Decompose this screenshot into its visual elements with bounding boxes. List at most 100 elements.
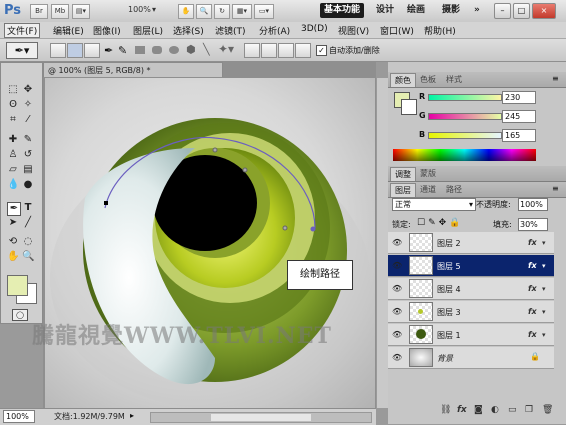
- restore-button[interactable]: □: [513, 3, 530, 19]
- eye-icon[interactable]: 👁: [392, 307, 402, 317]
- menu-analysis[interactable]: 分析(A): [259, 24, 290, 37]
- blur-tool-icon[interactable]: 💧: [7, 179, 19, 191]
- layer-name[interactable]: 图层 3: [437, 307, 461, 318]
- workspace-more[interactable]: »: [474, 3, 480, 18]
- tab-styles[interactable]: 样式: [442, 73, 466, 86]
- tab-masks[interactable]: 蒙版: [416, 167, 440, 180]
- color-panel-background[interactable]: [401, 99, 417, 115]
- workspace-essentials[interactable]: 基本功能: [320, 3, 365, 18]
- menu-filter[interactable]: 滤镜(T): [215, 24, 246, 37]
- brush-tool-icon[interactable]: ✎: [22, 134, 34, 146]
- rotate-view-icon[interactable]: ↻: [214, 4, 230, 19]
- expand-effects-icon[interactable]: ▾: [542, 239, 546, 247]
- zoom-tool-box-icon[interactable]: 🔍: [22, 251, 34, 263]
- delete-layer-icon[interactable]: 🗑: [542, 405, 553, 415]
- magic-wand-icon[interactable]: ✧: [22, 99, 34, 111]
- eyedropper-icon[interactable]: ⁄: [22, 114, 34, 126]
- lock-icons[interactable]: ☐✎✥🔒: [417, 218, 463, 228]
- mini-bridge-button[interactable]: Mb: [51, 4, 69, 19]
- fx-icon[interactable]: fx: [528, 261, 537, 270]
- tab-layers[interactable]: 图层: [390, 183, 416, 197]
- status-zoom-field[interactable]: 100%: [3, 410, 35, 423]
- document-canvas[interactable]: [45, 78, 375, 408]
- lasso-tool-icon[interactable]: ʘ: [7, 99, 19, 111]
- polygon-shape-icon[interactable]: ⬢: [186, 43, 196, 56]
- tool-preset-picker[interactable]: ✒▾: [6, 42, 38, 59]
- link-layers-icon[interactable]: ⛓: [440, 405, 451, 415]
- expand-effects-icon[interactable]: ▾: [542, 285, 546, 293]
- color-panel-menu-icon[interactable]: ≡: [552, 74, 559, 83]
- tab-paths[interactable]: 路径: [442, 183, 466, 196]
- custom-shape-icon[interactable]: ✦▾: [218, 42, 234, 56]
- menu-edit[interactable]: 编辑(E): [53, 24, 84, 37]
- menu-view[interactable]: 视图(V): [338, 24, 369, 37]
- document-tab[interactable]: @ 100% (图层 5, RGB/8) *: [43, 62, 223, 77]
- layer-name[interactable]: 图层 5: [437, 261, 461, 272]
- fx-icon[interactable]: fx: [528, 330, 537, 339]
- zoom-level-dropdown[interactable]: 100%: [128, 5, 151, 14]
- eraser-tool-icon[interactable]: ▱: [7, 164, 19, 176]
- 3d-orbit-icon[interactable]: ◌: [22, 236, 34, 248]
- ellipse-shape-icon[interactable]: [169, 46, 179, 54]
- type-tool-icon[interactable]: T: [22, 202, 34, 214]
- layers-panel-menu-icon[interactable]: ≡: [552, 184, 559, 193]
- add-mask-icon[interactable]: ◙: [474, 405, 483, 415]
- g-slider[interactable]: [428, 113, 502, 120]
- minimize-button[interactable]: –: [494, 3, 511, 19]
- quick-mask-icon[interactable]: ◯: [12, 309, 28, 321]
- eye-icon[interactable]: 👁: [392, 353, 402, 363]
- menu-image[interactable]: 图像(I): [93, 24, 121, 37]
- dodge-tool-icon[interactable]: ●: [22, 179, 34, 191]
- menu-3d[interactable]: 3D(D): [301, 24, 328, 34]
- tab-channels[interactable]: 通道: [416, 183, 440, 196]
- expand-effects-icon[interactable]: ▾: [542, 308, 546, 316]
- workspace-photography[interactable]: 摄影: [442, 3, 460, 18]
- fill-field[interactable]: 30%: [518, 218, 548, 231]
- add-style-icon[interactable]: fx: [457, 405, 467, 415]
- screen-mode-icon[interactable]: ▭▾: [254, 4, 274, 19]
- clone-stamp-icon[interactable]: ♙: [7, 149, 19, 161]
- eye-icon[interactable]: 👁: [392, 330, 402, 340]
- eye-icon[interactable]: 👁: [392, 238, 402, 248]
- status-menu-arrow[interactable]: ▸: [130, 411, 134, 420]
- fx-icon[interactable]: fx: [528, 284, 537, 293]
- color-spectrum-bar[interactable]: [393, 149, 536, 161]
- view-extras-button[interactable]: ▤▾: [72, 4, 90, 19]
- move-tool-icon[interactable]: ✥: [22, 84, 34, 96]
- pen-tool-active-icon[interactable]: ✒: [7, 202, 21, 216]
- vertical-scrollbar[interactable]: [376, 78, 388, 408]
- custom-shape-tool-icon[interactable]: ╱: [22, 217, 34, 229]
- fill-pixels-icon[interactable]: [84, 43, 100, 58]
- r-slider[interactable]: [428, 94, 502, 101]
- 3d-rotate-icon[interactable]: ⟲: [7, 236, 19, 248]
- layer-name[interactable]: 背景: [437, 353, 453, 364]
- exclude-path-icon[interactable]: [295, 43, 311, 58]
- hand-tool-icon[interactable]: ✋: [178, 4, 194, 19]
- fx-icon[interactable]: fx: [528, 307, 537, 316]
- close-button[interactable]: ×: [532, 3, 556, 19]
- adjustment-layer-icon[interactable]: ◐: [491, 405, 499, 415]
- layer-name[interactable]: 图层 2: [437, 238, 461, 249]
- eye-icon[interactable]: 👁: [392, 261, 402, 271]
- tab-swatches[interactable]: 色板: [416, 73, 440, 86]
- tab-adjustments[interactable]: 调整: [390, 167, 416, 181]
- tab-color[interactable]: 颜色: [390, 73, 416, 87]
- opacity-field[interactable]: 100%: [518, 198, 548, 211]
- shape-layers-icon[interactable]: [50, 43, 66, 58]
- menu-window[interactable]: 窗口(W): [380, 24, 414, 37]
- rectangle-shape-icon[interactable]: [135, 46, 145, 54]
- expand-effects-icon[interactable]: ▾: [542, 262, 546, 270]
- add-to-path-icon[interactable]: [244, 43, 260, 58]
- workspace-design[interactable]: 设计: [376, 3, 394, 18]
- horizontal-scrollbar[interactable]: [150, 412, 372, 423]
- gradient-tool-icon[interactable]: ▤: [22, 164, 34, 176]
- b-value-field[interactable]: 165: [502, 129, 536, 142]
- document-info[interactable]: 文档:1.92M/9.79M: [54, 411, 125, 422]
- blend-mode-select[interactable]: 正常 ▾: [392, 198, 476, 211]
- workspace-painting[interactable]: 绘画: [407, 3, 425, 18]
- menu-file[interactable]: 文件(F): [4, 23, 41, 38]
- eye-icon[interactable]: 👁: [392, 284, 402, 294]
- menu-layer[interactable]: 图层(L): [133, 24, 163, 37]
- marquee-tool-icon[interactable]: ⬚: [7, 84, 19, 96]
- auto-add-delete-checkbox[interactable]: ✓: [316, 45, 327, 56]
